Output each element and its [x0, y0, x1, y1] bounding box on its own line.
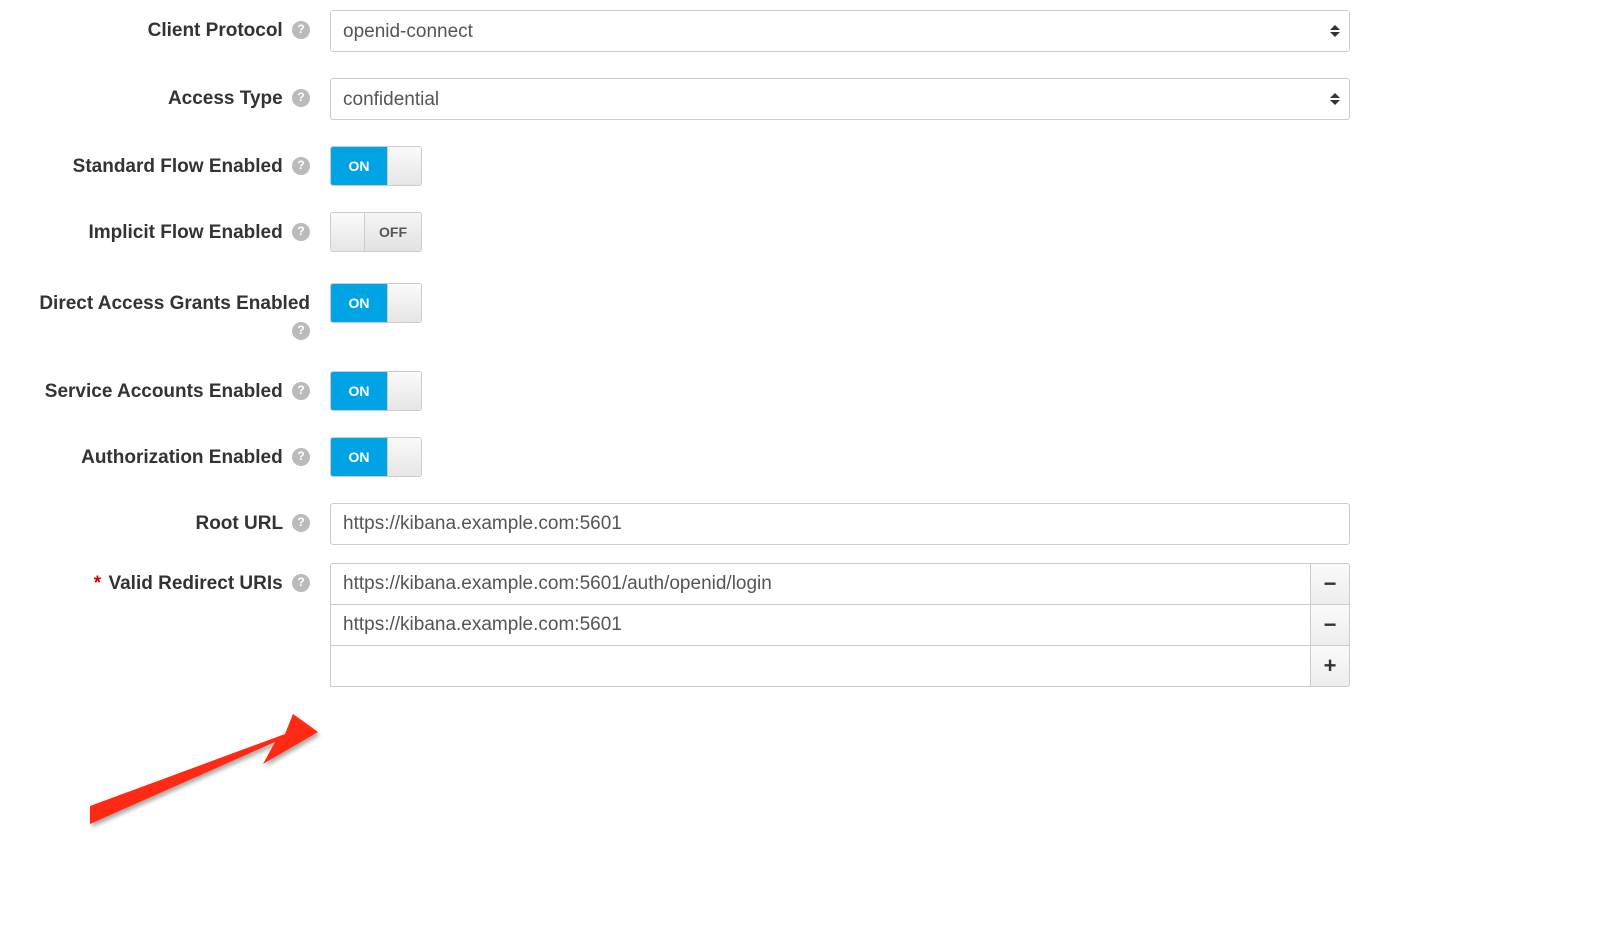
toggle-on-label: ON	[331, 438, 387, 476]
help-icon[interactable]: ?	[292, 574, 310, 592]
plus-icon: +	[1324, 653, 1337, 679]
row-client-protocol: Client Protocol ? openid-connect	[20, 10, 1594, 52]
label-text: Access Type	[168, 88, 283, 109]
remove-uri-button[interactable]: −	[1310, 604, 1350, 646]
label-root-url: Root URL ?	[20, 503, 330, 538]
label-authorization: Authorization Enabled ?	[20, 437, 330, 472]
toggle-on-label: ON	[331, 372, 387, 410]
toggle-on-label: ON	[331, 147, 387, 185]
row-direct-access: Direct Access Grants Enabled ? ON	[20, 283, 1594, 345]
client-protocol-select[interactable]: openid-connect	[330, 10, 1350, 52]
minus-icon: −	[1324, 612, 1337, 638]
access-type-select[interactable]: confidential	[330, 78, 1350, 120]
row-standard-flow: Standard Flow Enabled ? ON	[20, 146, 1594, 186]
annotation-arrow-icon	[80, 694, 330, 834]
label-direct-access: Direct Access Grants Enabled ?	[20, 283, 330, 345]
help-icon[interactable]: ?	[292, 157, 310, 175]
redirect-uri-input[interactable]	[330, 604, 1310, 646]
label-text: Service Accounts Enabled	[45, 381, 283, 402]
toggle-handle	[387, 372, 421, 410]
label-text: Direct Access Grants Enabled	[39, 293, 310, 314]
required-marker: *	[94, 573, 101, 594]
standard-flow-toggle[interactable]: ON	[330, 146, 422, 186]
label-text: Client Protocol	[148, 20, 283, 41]
label-implicit-flow: Implicit Flow Enabled ?	[20, 212, 330, 247]
implicit-flow-toggle[interactable]: OFF	[330, 212, 422, 252]
label-text: Authorization Enabled	[81, 447, 283, 468]
redirect-uri-row: −	[330, 604, 1350, 646]
toggle-handle	[331, 213, 365, 251]
redirect-uri-group: − − +	[330, 563, 1350, 686]
label-text: Implicit Flow Enabled	[88, 222, 282, 243]
label-text: Root URL	[195, 513, 282, 534]
toggle-off-label: OFF	[365, 213, 421, 251]
help-icon[interactable]: ?	[292, 382, 310, 400]
redirect-uri-input[interactable]	[330, 563, 1310, 605]
row-access-type: Access Type ? confidential	[20, 78, 1594, 120]
help-icon[interactable]: ?	[292, 322, 310, 340]
row-implicit-flow: Implicit Flow Enabled ? OFF	[20, 212, 1594, 257]
toggle-handle	[387, 438, 421, 476]
direct-access-toggle[interactable]: ON	[330, 283, 422, 323]
label-service-accounts: Service Accounts Enabled ?	[20, 371, 330, 406]
root-url-input[interactable]	[330, 503, 1350, 545]
row-service-accounts: Service Accounts Enabled ? ON	[20, 371, 1594, 411]
label-valid-redirect-uris: * Valid Redirect URIs ?	[20, 563, 330, 598]
label-client-protocol: Client Protocol ?	[20, 10, 330, 45]
remove-uri-button[interactable]: −	[1310, 563, 1350, 605]
help-icon[interactable]: ?	[292, 448, 310, 466]
client-protocol-select-wrap: openid-connect	[330, 10, 1350, 52]
help-icon[interactable]: ?	[292, 89, 310, 107]
label-standard-flow: Standard Flow Enabled ?	[20, 146, 330, 181]
row-authorization: Authorization Enabled ? ON	[20, 437, 1594, 477]
add-uri-button[interactable]: +	[1310, 645, 1350, 687]
service-accounts-toggle[interactable]: ON	[330, 371, 422, 411]
toggle-handle	[387, 147, 421, 185]
toggle-handle	[387, 284, 421, 322]
redirect-uri-input[interactable]	[330, 645, 1310, 687]
minus-icon: −	[1324, 571, 1337, 597]
redirect-uri-row: +	[330, 645, 1350, 687]
help-icon[interactable]: ?	[292, 21, 310, 39]
help-icon[interactable]: ?	[292, 223, 310, 241]
label-text: Valid Redirect URIs	[108, 573, 282, 594]
access-type-select-wrap: confidential	[330, 78, 1350, 120]
authorization-toggle[interactable]: ON	[330, 437, 422, 477]
help-icon[interactable]: ?	[292, 514, 310, 532]
toggle-on-label: ON	[331, 284, 387, 322]
redirect-uri-row: −	[330, 563, 1350, 605]
label-text: Standard Flow Enabled	[73, 156, 283, 177]
row-valid-redirect-uris: * Valid Redirect URIs ? − − +	[20, 563, 1594, 686]
label-access-type: Access Type ?	[20, 78, 330, 113]
row-root-url: Root URL ?	[20, 503, 1594, 545]
